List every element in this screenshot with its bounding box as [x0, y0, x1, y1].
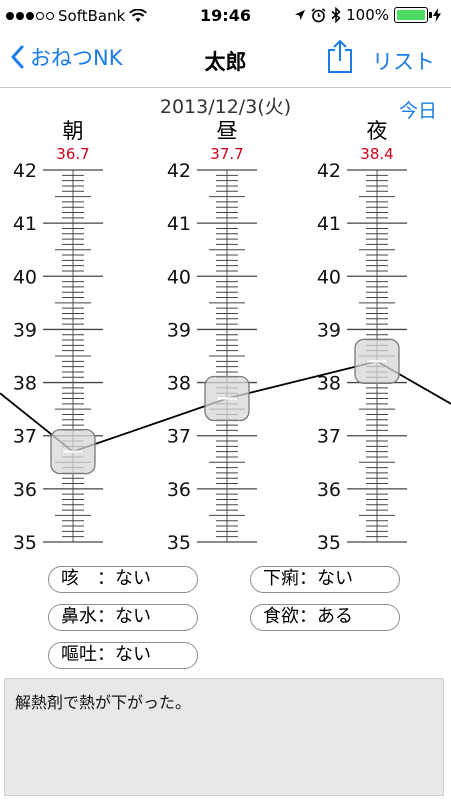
- tick-label: 42: [317, 160, 341, 182]
- tick-label: 37: [13, 426, 37, 448]
- tick-label: 36: [13, 479, 37, 501]
- battery-percent: 100%: [346, 6, 389, 24]
- column-value-label: 37.7: [210, 145, 243, 163]
- tick-label: 38: [13, 373, 37, 395]
- runny-nose-toggle[interactable]: 鼻水：ない: [48, 604, 198, 631]
- tick-label: 37: [167, 426, 191, 448]
- column-header: 朝: [63, 119, 84, 143]
- chevron-left-icon: [11, 45, 24, 69]
- battery-icon: [394, 7, 432, 23]
- tick-label: 39: [317, 319, 341, 341]
- tick-label: 40: [13, 266, 37, 288]
- tick-label: 41: [317, 213, 341, 235]
- column-header: 昼: [217, 119, 238, 143]
- bluetooth-icon: [331, 7, 341, 23]
- share-icon: [328, 39, 352, 73]
- column-value-label: 38.4: [360, 145, 393, 163]
- tick-label: 36: [317, 479, 341, 501]
- location-icon: [295, 10, 306, 20]
- appetite-toggle[interactable]: 食欲：ある: [250, 604, 400, 631]
- tick-label: 38: [167, 373, 191, 395]
- navigation-bar: おねつNK 太郎 リスト: [0, 32, 451, 88]
- alarm-icon: [311, 7, 326, 22]
- tick-label: 36: [167, 479, 191, 501]
- tick-label: 39: [167, 319, 191, 341]
- column-value-label: 36.7: [56, 145, 89, 163]
- tick-label: 35: [317, 532, 341, 554]
- cough-toggle[interactable]: 咳 ：ない: [48, 566, 198, 593]
- back-button[interactable]: おねつNK: [10, 42, 122, 72]
- tick-label: 35: [167, 532, 191, 554]
- tick-label: 37: [317, 426, 341, 448]
- vomiting-toggle[interactable]: 嘔吐：ない: [48, 642, 198, 669]
- tick-label: 41: [167, 213, 191, 235]
- status-bar: SoftBank 19:46 100%: [0, 0, 451, 32]
- tick-label: 42: [13, 160, 37, 182]
- back-button-label: おねつNK: [30, 46, 123, 70]
- share-button[interactable]: [326, 38, 354, 78]
- tick-label: 41: [13, 213, 37, 235]
- memo-field[interactable]: 解熱剤で熱が下がった。: [4, 678, 444, 796]
- tick-label: 42: [167, 160, 191, 182]
- charging-icon: [433, 8, 441, 22]
- tick-label: 35: [13, 532, 37, 554]
- diarrhea-toggle[interactable]: 下痢：ない: [250, 566, 400, 593]
- list-button[interactable]: リスト: [372, 46, 435, 76]
- status-right: 100%: [294, 6, 441, 24]
- tick-label: 40: [167, 266, 191, 288]
- temperature-chart: 朝 36.7 42 41 40 39 38 37 36 35 昼 37.7 42 41 40 39 38 37 36…: [0, 119, 451, 554]
- tick-label: 39: [13, 319, 37, 341]
- column-header: 夜: [367, 119, 388, 143]
- tick-label: 40: [317, 266, 341, 288]
